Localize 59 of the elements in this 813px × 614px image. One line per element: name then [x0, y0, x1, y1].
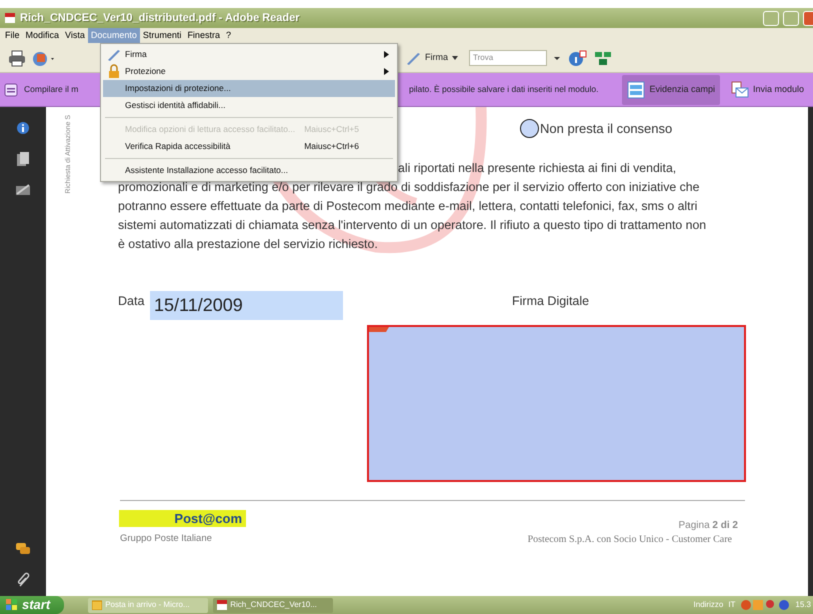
- submenu-arrow-icon: [384, 51, 389, 58]
- tag-icon: [369, 327, 389, 332]
- menu-item[interactable]: Finestra: [184, 28, 223, 43]
- pages-icon[interactable]: [16, 151, 30, 167]
- menu-item[interactable]: Protezione: [103, 63, 395, 80]
- comments-icon[interactable]: [15, 542, 31, 556]
- tray-icons-drawing: [740, 599, 790, 611]
- menu-item[interactable]: Vista: [62, 28, 88, 43]
- date-label: Data: [118, 293, 144, 310]
- language-indicator: IT: [728, 599, 736, 611]
- paragraph-line: ali riportati nella presente richiesta ai fini di vendita,: [398, 160, 676, 177]
- menu-item[interactable]: Firma: [103, 46, 395, 63]
- window-title: Rich_CNDCEC_Ver10_distributed.pdf - Adobe Reader: [20, 10, 300, 26]
- address-label: Indirizzo: [694, 599, 724, 611]
- date-field[interactable]: 15/11/2009: [150, 291, 343, 320]
- paragraph-line: promozionali e di marketing e/o per rilevare il grado di soddisfazione per il servizio offerto con iniziative che: [118, 179, 700, 196]
- brand-logo: Post@com: [119, 510, 246, 527]
- paragraph-line: potranno essere effettuate da parte di Postecom mediante e-mail, lettera, contatti telefonici, fax, sms o altri: [118, 198, 698, 215]
- submenu-arrow-icon: [384, 68, 389, 75]
- menu-item[interactable]: File: [2, 28, 23, 43]
- print-icon[interactable]: [8, 48, 26, 66]
- windows-logo-icon: [6, 599, 18, 611]
- envelope-icon: [730, 80, 749, 98]
- clock: 15.3: [795, 599, 811, 611]
- form-icon: [4, 82, 18, 96]
- info-icon[interactable]: [16, 121, 30, 135]
- paragraph-line: è ostativo alla prestazione del servizio richiesto.: [118, 236, 378, 253]
- paperclip-icon[interactable]: [16, 572, 30, 588]
- signature-icon[interactable]: [15, 183, 31, 197]
- menu-item[interactable]: Strumenti: [140, 28, 184, 43]
- menu-item[interactable]: Modifica: [22, 28, 62, 43]
- legal-text: Postecom S.p.A. con Socio Unico - Customer Care: [528, 533, 732, 547]
- fields-icon: [627, 80, 646, 98]
- signature-label: Firma Digitale: [512, 293, 590, 310]
- highlight-fields-button[interactable]: Evidenzia campi: [622, 74, 720, 104]
- mail-icon: [92, 600, 102, 610]
- sign-button[interactable]: Firma: [400, 46, 463, 68]
- lock-icon: [106, 64, 122, 80]
- page-number: Pagina 2 di 2: [678, 519, 738, 533]
- close-button[interactable]: [803, 10, 813, 26]
- find-field[interactable]: Trova: [469, 50, 547, 66]
- start-button[interactable]: start: [0, 596, 64, 614]
- radio-label: Non presta il consenso: [540, 120, 672, 138]
- pen-icon: [106, 47, 122, 63]
- menu-item[interactable]: Impostazioni di protezione...: [103, 80, 395, 97]
- send-form-button[interactable]: Invia modulo: [726, 74, 809, 104]
- company-name: Gruppo Poste Italiane: [120, 532, 212, 546]
- caret-icon: [452, 56, 458, 60]
- paragraph-line: sistemi automatizzati di chiamata senza l'intervento di un operatore. Il rifiuto a questo tipo di trattamento non: [118, 217, 706, 234]
- pdf-icon: [217, 600, 228, 610]
- menu-item[interactable]: Assistente Installazione accesso facilitato...: [103, 162, 395, 179]
- menu-item[interactable]: Gestisci identità affidabili...: [103, 97, 395, 114]
- signature-field[interactable]: [367, 325, 746, 482]
- form-message: pilato. È possibile salvare i dati inseriti nel modulo.: [408, 83, 598, 96]
- pdf-icon: [4, 12, 16, 24]
- menu-item[interactable]: Verifica Rapida accessibilità Maiusc+Ctrl+6: [103, 138, 395, 155]
- menu-item[interactable]: ?: [222, 28, 234, 43]
- radio-button[interactable]: [520, 119, 539, 138]
- form-message: Compilare il m: [24, 83, 78, 96]
